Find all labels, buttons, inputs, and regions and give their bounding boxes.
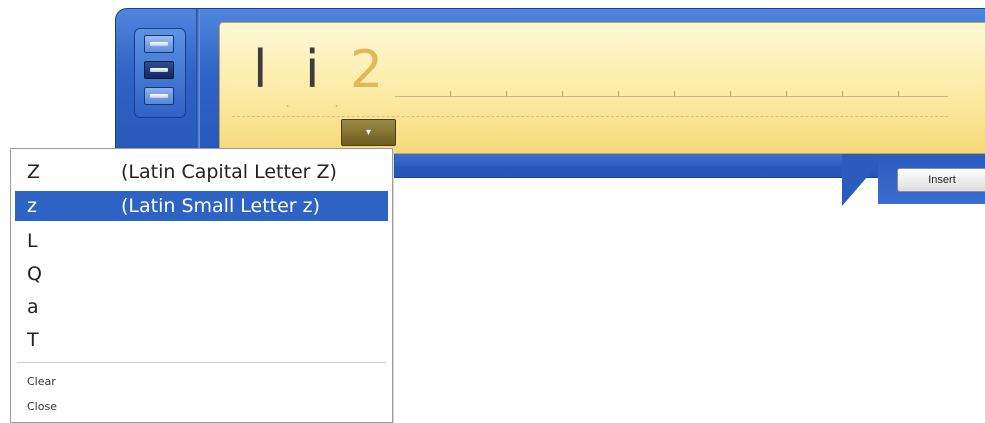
baseline-tick <box>674 91 675 97</box>
menu-item[interactable]: Z (Latin Capital Letter Z) <box>15 157 388 187</box>
menu-item[interactable]: Q <box>15 259 388 289</box>
char-separator: . <box>285 92 291 111</box>
baseline-tick <box>898 91 899 97</box>
alternates-dropdown-button[interactable]: ▾ <box>341 119 396 146</box>
chevron-down-icon: ▾ <box>365 127 372 138</box>
writing-pad[interactable] <box>219 22 985 154</box>
character-pad-icon <box>150 68 168 72</box>
insert-button[interactable]: Insert <box>897 168 985 192</box>
menu-item-char: a <box>27 296 39 318</box>
recognized-char[interactable]: i <box>305 40 319 100</box>
menu-item[interactable]: a <box>15 292 388 322</box>
menu-item-char: Z <box>27 161 41 183</box>
menu-item[interactable]: T <box>15 325 388 355</box>
character-pad-mode-button[interactable] <box>144 61 174 79</box>
menu-item-char: T <box>27 329 39 351</box>
keyboard-icon <box>150 94 168 98</box>
baseline-tick <box>450 91 451 97</box>
menu-item-char: Q <box>27 263 42 285</box>
recognized-char[interactable]: l <box>253 40 267 100</box>
menu-item-name: (Latin Capital Letter Z) <box>121 161 337 183</box>
menu-item-char: L <box>27 230 38 252</box>
baseline-tick <box>562 91 563 97</box>
baseline-tick <box>730 91 731 97</box>
alternates-menu: Z (Latin Capital Letter Z) z (Latin Smal… <box>10 148 393 423</box>
close-command[interactable]: Close <box>27 400 57 413</box>
tablet-input-panel: l . i . 2 ▾ Insert Z (Latin Capital Lett… <box>0 0 985 423</box>
baseline-tick <box>842 91 843 97</box>
menu-item-char: z <box>27 195 37 217</box>
menu-separator <box>17 362 386 363</box>
writing-pad-icon <box>150 42 168 46</box>
clear-command[interactable]: Clear <box>27 375 56 388</box>
menu-item[interactable]: L <box>15 226 388 256</box>
char-separator: . <box>334 92 340 111</box>
guide-dashed-line <box>232 116 948 117</box>
keyboard-mode-button[interactable] <box>144 87 174 105</box>
menu-item-name: (Latin Small Letter z) <box>121 195 321 217</box>
recognized-char-active[interactable]: 2 <box>350 40 383 100</box>
baseline-tick <box>786 91 787 97</box>
baseline-tick <box>618 91 619 97</box>
panel-bottom-strip <box>395 154 855 166</box>
menu-item-selected[interactable]: z (Latin Small Letter z) <box>15 191 388 221</box>
mode-switcher <box>134 28 186 118</box>
writing-pad-mode-button[interactable] <box>144 35 174 53</box>
baseline-tick <box>506 91 507 97</box>
writing-baseline <box>395 96 948 97</box>
